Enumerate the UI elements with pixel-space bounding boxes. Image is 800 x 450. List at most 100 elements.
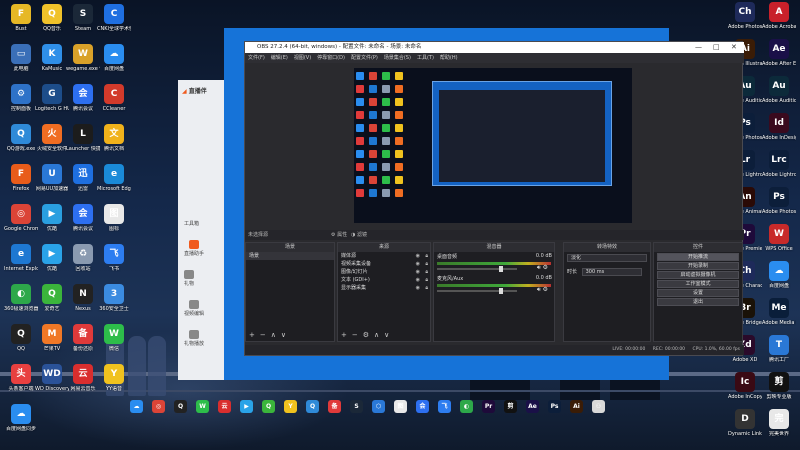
nav-live-assistant[interactable]: 直播助手 bbox=[184, 240, 204, 257]
nav-gift-play[interactable]: 礼物播放 bbox=[184, 330, 204, 347]
desktop-icon[interactable]: Ic Adobe InCopy bbox=[728, 372, 762, 414]
desktop-icon[interactable]: Wwegame.exe 快捷方式 bbox=[66, 44, 100, 86]
menu-item[interactable]: 工具(T) bbox=[417, 55, 434, 61]
remove-icon[interactable]: − bbox=[260, 331, 266, 339]
visibility-icon[interactable]: ◉ bbox=[416, 260, 420, 268]
zhibo-ban-app[interactable]: ◢ 直播伴 工具箱 直播助手 礼物 视频编辑 礼物播放 bbox=[178, 80, 224, 380]
desktop-icon[interactable]: Id Adobe InDesign bbox=[762, 113, 796, 155]
desktop-icon[interactable]: 图图标 bbox=[97, 204, 131, 246]
desktop-icon[interactable]: ◐ 360极速浏览器 bbox=[4, 284, 38, 326]
taskbar-app-icon[interactable]: ⚇ bbox=[592, 400, 605, 413]
desktop-icon[interactable]: F Firefox bbox=[4, 164, 38, 206]
nav-toolbox[interactable]: 工具箱 bbox=[184, 220, 199, 227]
desktop-icon[interactable]: 头头条客户端 bbox=[4, 364, 38, 406]
desktop-icon[interactable]: T 腾讯工厂 bbox=[762, 335, 796, 377]
menu-item[interactable]: 帮助(H) bbox=[440, 55, 458, 61]
source-item[interactable]: 视频采集设备 ◉ 🔒︎ bbox=[338, 260, 430, 268]
desktop-icon[interactable]: ◎ Google Chrome bbox=[4, 204, 38, 246]
desktop-icon[interactable]: M 芒果TV bbox=[35, 324, 69, 366]
nav-video-edit[interactable]: 视频编辑 bbox=[184, 300, 204, 317]
desktop-icon[interactable]: ▭ 此电脑 bbox=[4, 44, 38, 86]
desktop-icon[interactable]: Y YY语音 bbox=[97, 364, 131, 406]
taskbar-app-icon[interactable]: Pr bbox=[482, 400, 495, 413]
desktop-icon[interactable]: Q QQ音乐 bbox=[35, 4, 69, 46]
add-icon[interactable]: + bbox=[249, 331, 255, 339]
down-icon[interactable]: ∨ bbox=[384, 331, 389, 339]
taskbar-app-icon[interactable]: 会 bbox=[416, 400, 429, 413]
desktop-icon[interactable]: 会腾讯会议 bbox=[66, 204, 100, 246]
visibility-icon[interactable]: ◉ bbox=[416, 284, 420, 292]
scene-item[interactable]: 场景 bbox=[246, 252, 334, 260]
transition-select[interactable]: 淡化 bbox=[567, 254, 647, 262]
lock-icon[interactable]: 🔒︎ bbox=[425, 260, 428, 268]
desktop-icon[interactable]: WD WD Discovery bbox=[35, 364, 69, 406]
duration-input[interactable]: 300 ms bbox=[581, 268, 642, 276]
menu-item[interactable]: 视图(V) bbox=[294, 55, 311, 61]
taskbar-app-icon[interactable]: ◎ bbox=[152, 400, 165, 413]
desktop-icon[interactable]: 迅迅雷 bbox=[66, 164, 100, 206]
visibility-icon[interactable]: ◉ bbox=[416, 268, 420, 276]
desktop-icon[interactable]: 火火绒安全软件 bbox=[35, 124, 69, 166]
desktop-icon[interactable]: Au Adobe Audition 2020 bbox=[762, 76, 796, 118]
control-button[interactable]: 设置 bbox=[657, 289, 739, 297]
taskbar-app-icon[interactable]: W bbox=[196, 400, 209, 413]
desktop-icon[interactable]: 备备份还原 bbox=[66, 324, 100, 366]
desktop-icon[interactable]: C CNKI全球学术快报 bbox=[97, 4, 131, 46]
control-button[interactable]: 开始推流 bbox=[657, 253, 739, 261]
menu-item[interactable]: 场景集合(S) bbox=[384, 55, 411, 61]
remove-icon[interactable]: − bbox=[352, 331, 358, 339]
desktop-icon[interactable]: S Steam bbox=[66, 4, 100, 46]
desktop-icon[interactable]: 飞飞书 bbox=[97, 244, 131, 286]
lock-icon[interactable]: 🔒︎ bbox=[425, 252, 428, 260]
menu-item[interactable]: 编辑(E) bbox=[271, 55, 288, 61]
control-button[interactable]: 工作室模式 bbox=[657, 280, 739, 288]
desktop-icon[interactable]: W WPS Office bbox=[762, 224, 796, 266]
desktop-icon[interactable]: 剪剪映专业版 bbox=[762, 372, 796, 414]
taskbar-app-icon[interactable]: Q bbox=[174, 400, 187, 413]
desktop-icon[interactable]: A Adobe Acrobat DC bbox=[762, 2, 796, 44]
desktop-icon[interactable]: ☁ 百度网盘同步 bbox=[4, 404, 38, 446]
obs-preview[interactable] bbox=[354, 68, 632, 223]
up-icon[interactable]: ∧ bbox=[374, 331, 379, 339]
source-item[interactable]: 文本 (GDI+) ◉ 🔒︎ bbox=[338, 276, 430, 284]
menu-item[interactable]: 停靠窗口(D) bbox=[317, 55, 345, 61]
taskbar-app-icon[interactable]: Ae bbox=[526, 400, 539, 413]
desktop-icon[interactable]: L Launcher 快捷方式 bbox=[66, 124, 100, 166]
desktop-icon[interactable]: K KaMusic bbox=[35, 44, 69, 86]
taskbar-app-icon[interactable]: ◐ bbox=[460, 400, 473, 413]
control-button[interactable]: 开始录制 bbox=[657, 262, 739, 270]
desktop-icon[interactable]: 完完美世界 bbox=[762, 409, 796, 450]
control-button[interactable]: 启动虚拟摄像机 bbox=[657, 271, 739, 279]
visibility-icon[interactable]: ◉ bbox=[416, 252, 420, 260]
desktop-icon[interactable]: ▶ 优酷 bbox=[35, 204, 69, 246]
desktop-icon[interactable]: G Logitech G HUB bbox=[35, 84, 69, 126]
desktop-icon[interactable]: Ps Adobe Photoshop 2020 bbox=[762, 187, 796, 229]
taskbar-app-icon[interactable]: ▶ bbox=[240, 400, 253, 413]
desktop-icon[interactable]: 云网易云音乐 bbox=[66, 364, 100, 406]
desktop-icon[interactable]: e Internet Explorer bbox=[4, 244, 38, 286]
desktop-icon[interactable]: W 微信 bbox=[97, 324, 131, 366]
down-icon[interactable]: ∨ bbox=[281, 331, 286, 339]
desktop-icon[interactable]: 会腾讯会议 bbox=[66, 84, 100, 126]
source-item[interactable]: 显示器采集 ◉ 🔒︎ bbox=[338, 284, 430, 292]
desktop-icon[interactable]: Ae Adobe After Effects 2020 bbox=[762, 39, 796, 81]
close-icon[interactable]: ✕ bbox=[731, 42, 737, 53]
taskbar-app-icon[interactable]: 备 bbox=[328, 400, 341, 413]
desktop-icon[interactable]: Lrc Adobe Lightroom Classic bbox=[762, 150, 796, 192]
desktop-icon[interactable]: Ch Adobe Photoshop bbox=[728, 2, 762, 44]
visibility-icon[interactable]: ◉ bbox=[416, 276, 420, 284]
desktop-icon[interactable]: D Dynamic Link bbox=[728, 409, 762, 450]
taskbar-app-icon[interactable]: 飞 bbox=[438, 400, 451, 413]
up-icon[interactable]: ∧ bbox=[271, 331, 276, 339]
desktop-icon[interactable]: ☁ 百度网盘 bbox=[97, 44, 131, 86]
slider-knob[interactable] bbox=[499, 288, 504, 294]
lock-icon[interactable]: 🔒︎ bbox=[425, 268, 428, 276]
desktop-icon[interactable]: ▶ 优酷 bbox=[35, 244, 69, 286]
taskbar-app-icon[interactable]: 云 bbox=[218, 400, 231, 413]
taskbar-app-icon[interactable]: S bbox=[350, 400, 363, 413]
taskbar-app-icon[interactable]: 剪 bbox=[504, 400, 517, 413]
desktop-icon[interactable]: U 网易UU加速器 bbox=[35, 164, 69, 206]
taskbar-app-icon[interactable]: Q bbox=[262, 400, 275, 413]
desktop-icon[interactable]: ⚙ 控制面板 bbox=[4, 84, 38, 126]
source-item[interactable]: 图像/幻灯片 ◉ 🔒︎ bbox=[338, 268, 430, 276]
